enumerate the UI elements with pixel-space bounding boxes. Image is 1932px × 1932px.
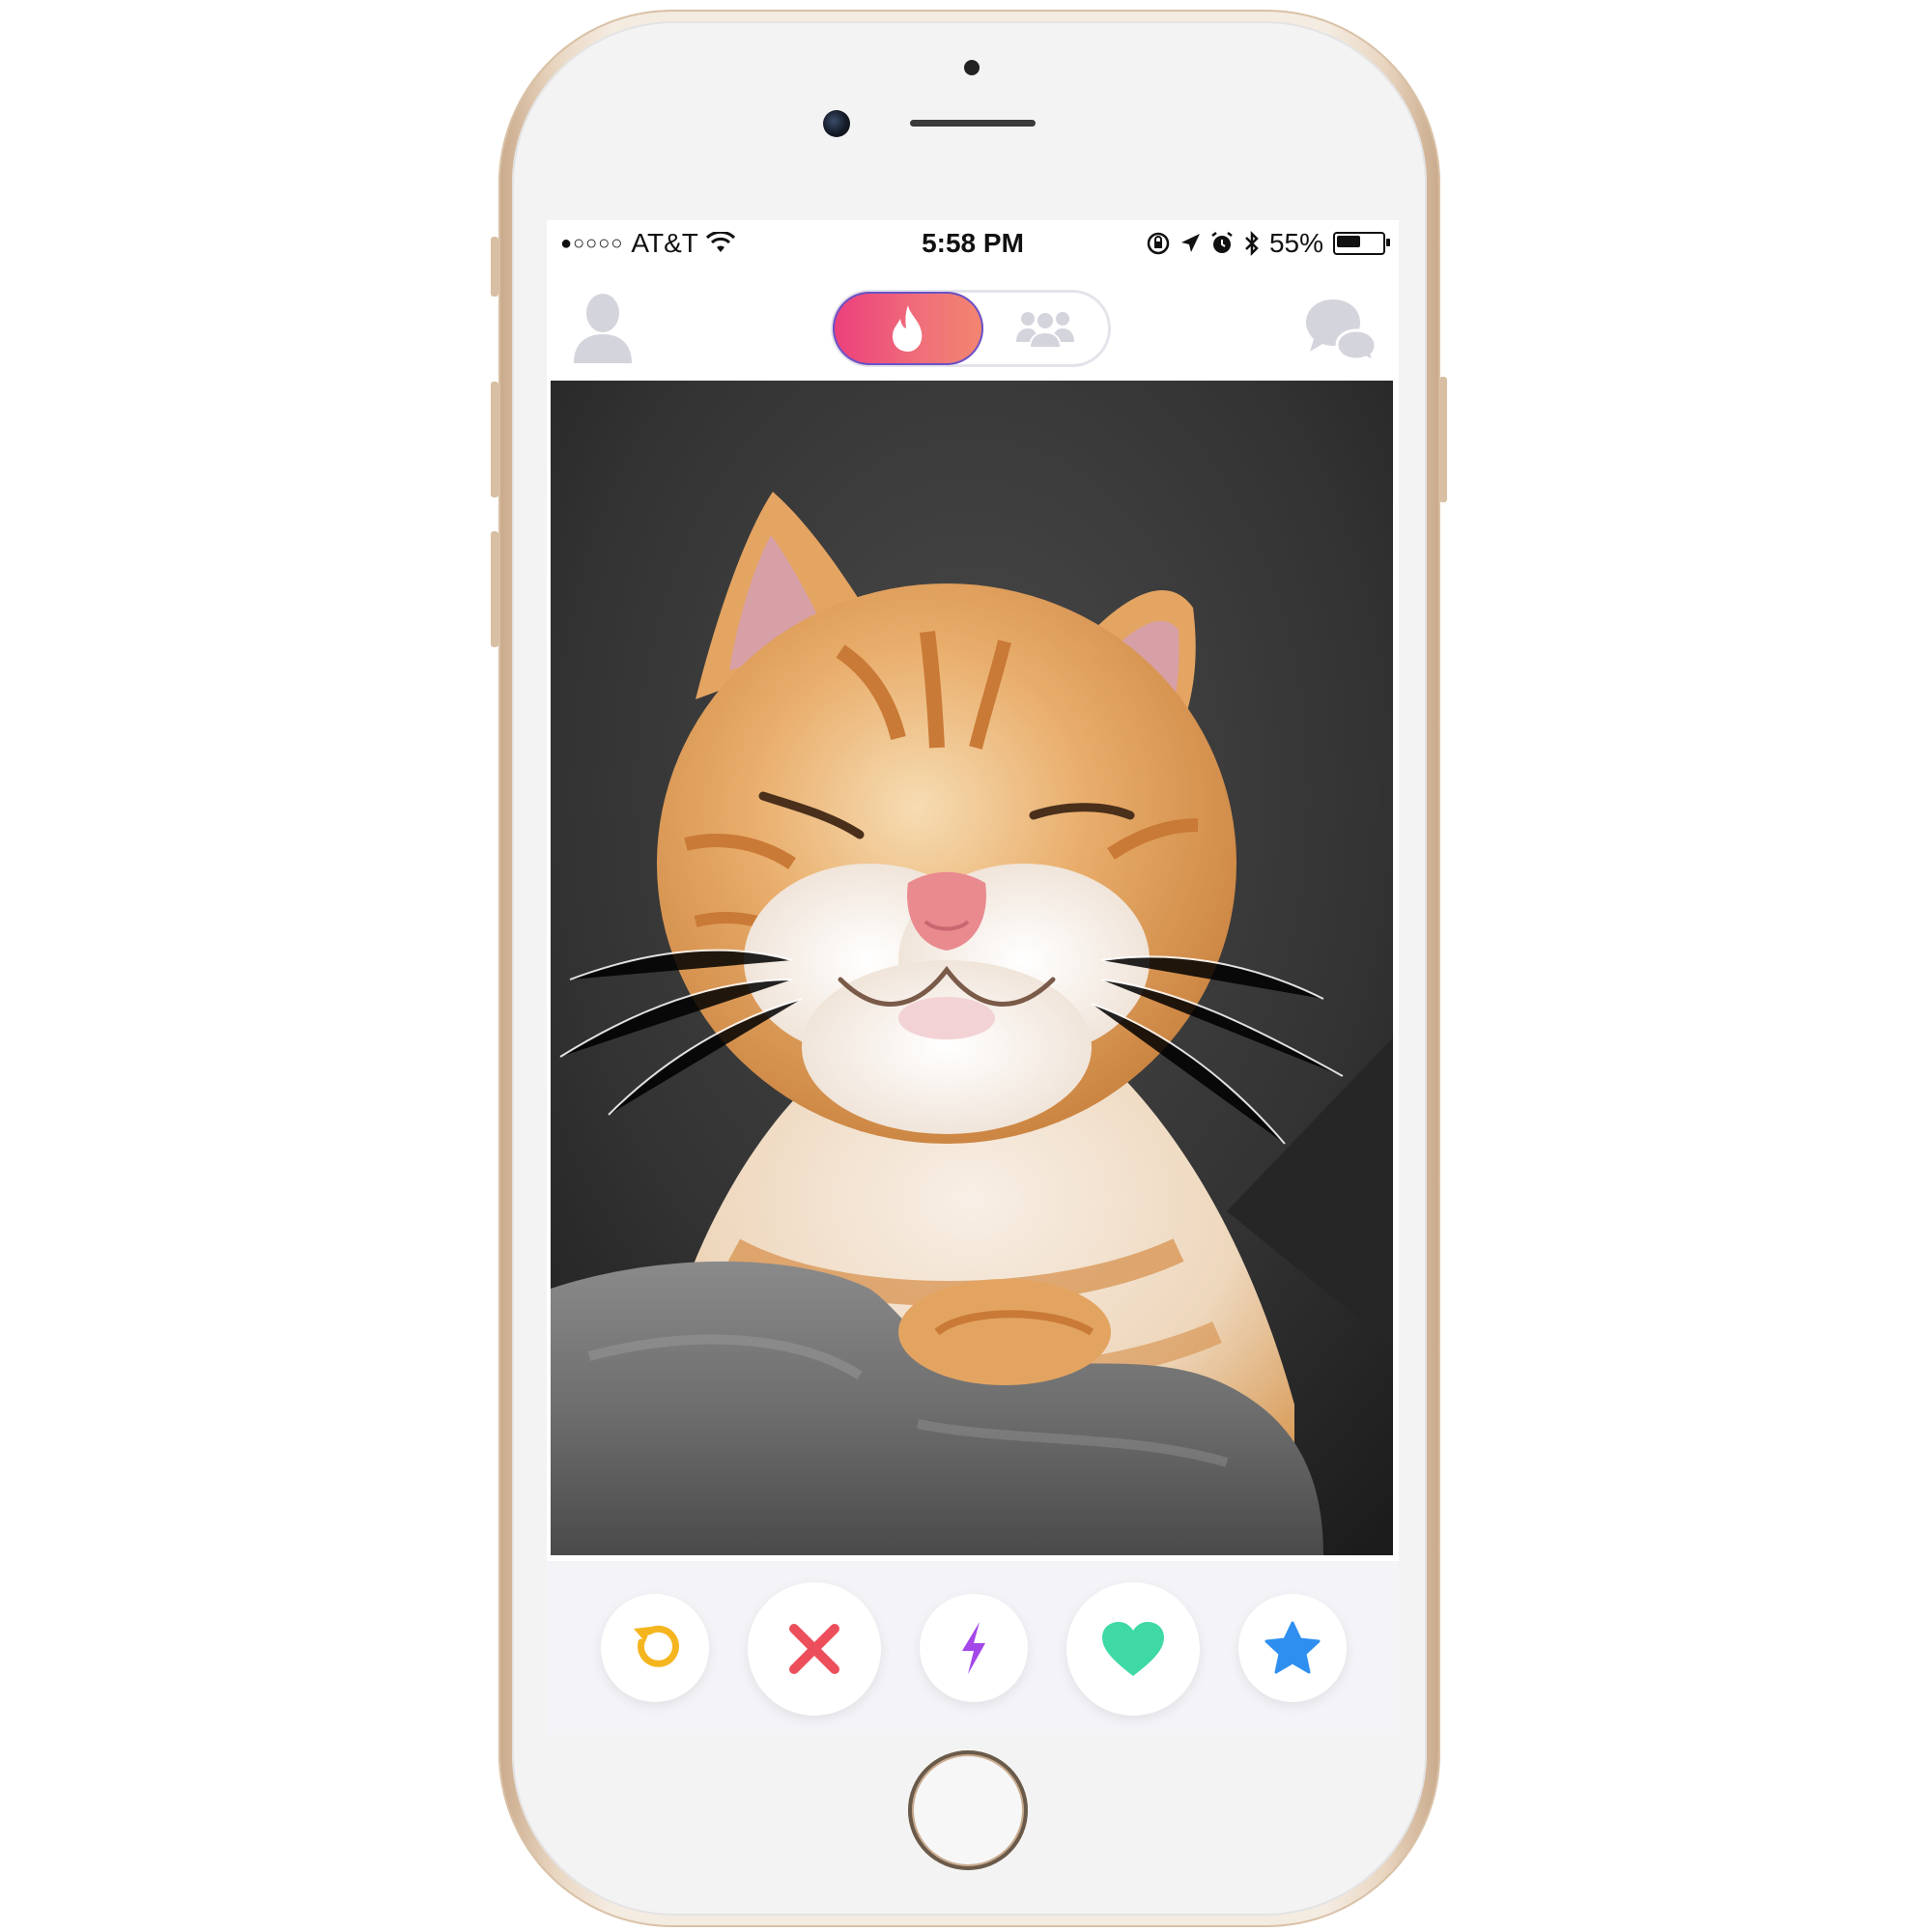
messages-button[interactable]	[1304, 296, 1378, 364]
status-bar: ●○○○○ AT&T 5:58 PM 55%	[547, 220, 1399, 267]
tab-swipe[interactable]	[833, 292, 983, 365]
chat-icon	[1306, 299, 1378, 364]
profile-photo-card[interactable]	[551, 381, 1393, 1555]
alarm-icon	[1211, 232, 1233, 253]
front-camera	[823, 110, 850, 137]
earpiece-speaker	[910, 120, 1036, 127]
star-icon	[1264, 1621, 1321, 1674]
lightning-icon	[962, 1622, 985, 1674]
rewind-button[interactable]	[601, 1594, 709, 1702]
cat-photo	[551, 381, 1393, 1555]
location-arrow-icon	[1180, 234, 1200, 252]
power-button	[1439, 377, 1447, 502]
profile-icon	[574, 294, 632, 363]
action-bar	[547, 1561, 1399, 1735]
mode-toggle	[831, 290, 1111, 367]
close-icon	[789, 1624, 839, 1674]
rotation-lock-icon	[1147, 232, 1170, 255]
like-button[interactable]	[1066, 1582, 1200, 1716]
nav-bar	[547, 274, 1399, 381]
battery-percent: 55%	[1268, 228, 1323, 258]
bluetooth-icon	[1245, 230, 1259, 257]
heart-icon	[1102, 1622, 1164, 1676]
battery-level	[1337, 236, 1360, 247]
home-button[interactable]	[908, 1750, 1028, 1870]
battery-icon	[1333, 232, 1390, 255]
stage: ●○○○○ AT&T 5:58 PM 55%	[0, 0, 1932, 1932]
nope-button[interactable]	[748, 1582, 881, 1716]
mute-switch	[491, 237, 498, 297]
volume-down-button	[491, 531, 498, 647]
volume-up-button	[491, 382, 498, 497]
proximity-sensor	[964, 60, 980, 75]
tab-group[interactable]	[982, 293, 1108, 364]
group-icon	[1016, 311, 1074, 349]
profile-button[interactable]	[568, 290, 638, 365]
flame-icon	[893, 305, 923, 352]
rewind-icon	[634, 1625, 679, 1667]
app-screen: ●○○○○ AT&T 5:58 PM 55%	[547, 220, 1399, 1735]
status-right: 55%	[1146, 228, 1390, 259]
boost-button[interactable]	[920, 1594, 1028, 1702]
super-like-button[interactable]	[1238, 1594, 1347, 1702]
